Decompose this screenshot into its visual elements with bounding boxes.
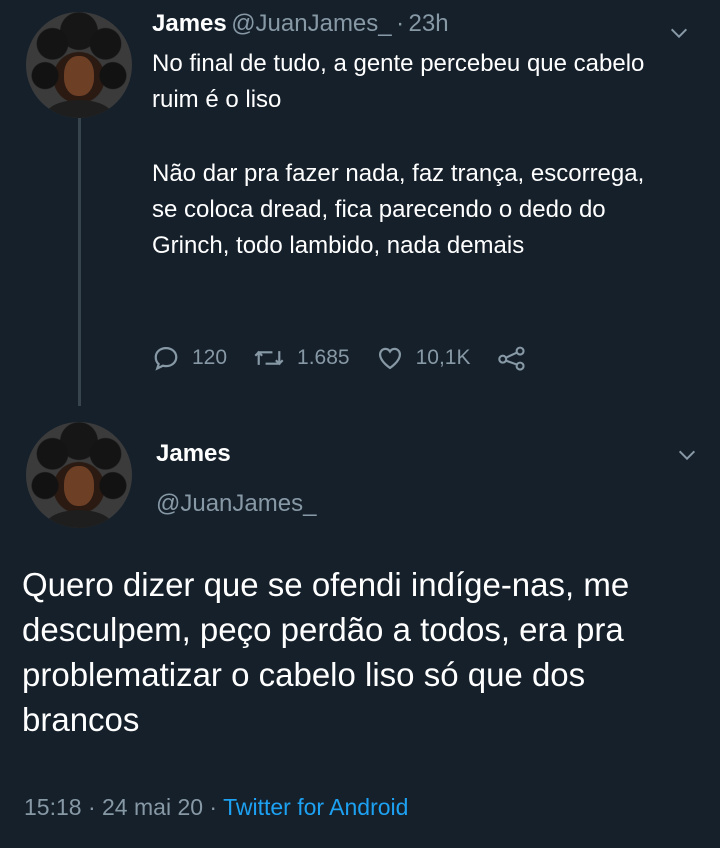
author-name[interactable]: James [156, 440, 231, 468]
share-icon [497, 346, 525, 371]
reply-button[interactable]: 120 [152, 344, 227, 372]
tweet-meta: 15:18 · 24 mai 20 · Twitter for Android [24, 794, 408, 821]
retweet-count: 1.685 [297, 346, 350, 369]
retweet-button[interactable]: 1.685 [253, 344, 350, 372]
thread-tweet[interactable]: James @JuanJames_ · 23h No final de tudo… [0, 0, 720, 412]
thread-line [78, 118, 81, 406]
tweet-text: No final de tudo, a gente percebeu que c… [152, 46, 672, 264]
author-name[interactable]: James [152, 10, 227, 37]
like-button[interactable]: 10,1K [376, 344, 471, 372]
like-count: 10,1K [415, 346, 471, 369]
tweet-time[interactable]: 15:18 [24, 794, 82, 820]
author-handle[interactable]: @JuanJames_ [156, 490, 316, 518]
main-tweet-text: Quero dizer que se ofendi indíge-nas, me… [22, 566, 630, 738]
tweet-date[interactable]: 24 mai 20 [102, 794, 203, 820]
reply-count: 120 [192, 346, 228, 369]
separator: · [87, 794, 96, 820]
author-handle[interactable]: @JuanJames_ [231, 10, 391, 37]
share-button[interactable] [497, 344, 539, 372]
reply-icon [154, 346, 178, 371]
tweet-paragraph: No final de tudo, a gente percebeu que c… [152, 50, 645, 113]
separator: · [396, 10, 405, 37]
avatar[interactable] [26, 422, 132, 528]
tweet-header: James @JuanJames_ · 23h [152, 10, 449, 38]
heart-icon [378, 347, 401, 370]
separator: · [209, 794, 218, 820]
timestamp[interactable]: 23h [409, 10, 449, 37]
chevron-down-icon[interactable] [676, 444, 698, 466]
tweet-paragraph: Não dar pra fazer nada, faz trança, esco… [152, 160, 645, 259]
action-bar: 120 1.685 10,1K [152, 338, 565, 378]
avatar[interactable] [26, 12, 132, 118]
retweet-icon [254, 350, 284, 366]
chevron-down-icon[interactable] [668, 22, 690, 44]
source-link[interactable]: Twitter for Android [223, 794, 408, 820]
